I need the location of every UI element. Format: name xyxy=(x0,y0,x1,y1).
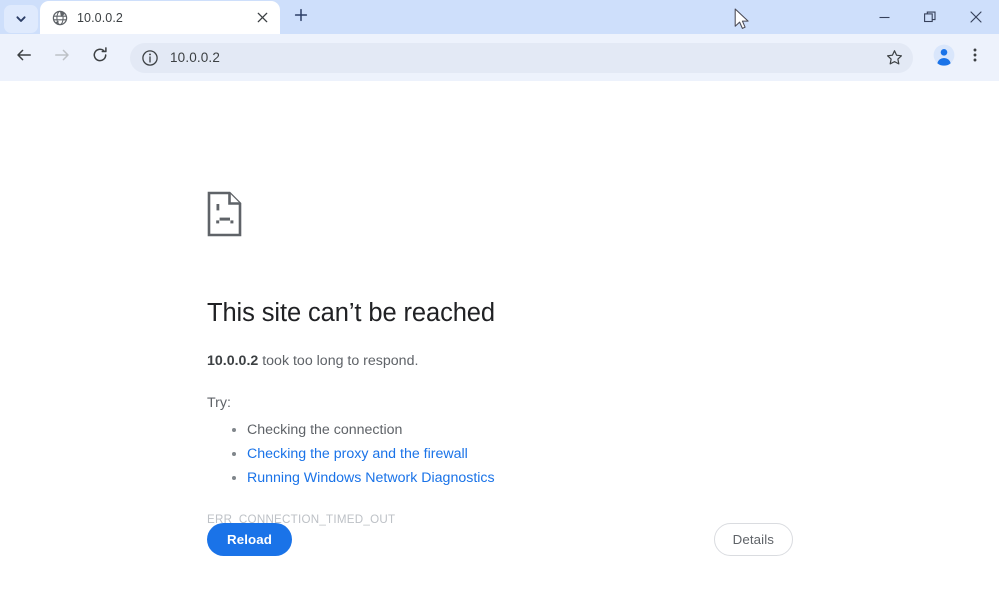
restore-button[interactable] xyxy=(907,0,953,34)
suggestion-text: Checking the connection xyxy=(247,422,403,439)
globe-icon xyxy=(52,10,68,26)
browser-tab[interactable]: 10.0.0.2 xyxy=(40,1,280,34)
error-host: 10.0.0.2 xyxy=(207,352,259,369)
tab-close-button[interactable] xyxy=(252,8,272,28)
address-bar-text: 10.0.0.2 xyxy=(170,50,220,65)
error-action-row: Reload Details xyxy=(207,523,793,556)
reload-button[interactable] xyxy=(84,42,116,74)
mouse-pointer xyxy=(734,8,752,37)
browser-toolbar: 10.0.0.2 xyxy=(0,34,999,81)
error-description-rest: took too long to respond. xyxy=(258,352,419,369)
account-avatar-icon xyxy=(933,44,955,71)
page-content: This site can’t be reached 10.0.0.2 took… xyxy=(0,81,999,610)
sad-page-icon xyxy=(207,191,847,242)
suggestion-link-network-diagnostics[interactable]: Running Windows Network Diagnostics xyxy=(247,470,495,486)
list-item: Running Windows Network Diagnostics xyxy=(247,467,847,491)
close-button[interactable] xyxy=(953,0,999,34)
browser-window: 10.0.0.2 10.0.0.2 This site can’t be rea… xyxy=(0,0,999,610)
chevron-down-icon xyxy=(15,13,27,25)
list-item: Checking the connection xyxy=(247,419,847,443)
tab-strip: 10.0.0.2 xyxy=(0,0,999,34)
star-icon[interactable] xyxy=(881,45,907,71)
error-page: This site can’t be reached 10.0.0.2 took… xyxy=(207,191,847,526)
suggestion-link-proxy-firewall[interactable]: Checking the proxy and the firewall xyxy=(247,446,468,462)
browser-menu-button[interactable] xyxy=(961,43,989,73)
tab-search-button[interactable] xyxy=(4,5,38,33)
reload-page-button[interactable]: Reload xyxy=(207,523,292,556)
new-tab-button[interactable] xyxy=(287,3,315,31)
arrow-right-icon xyxy=(53,46,71,69)
page-title: This site can’t be reached xyxy=(207,299,495,327)
arrow-left-icon xyxy=(15,46,33,69)
reload-icon xyxy=(91,46,109,69)
list-item: Checking the proxy and the firewall xyxy=(247,443,847,467)
minimize-button[interactable] xyxy=(861,0,907,34)
window-controls xyxy=(861,0,999,34)
profile-avatar-button[interactable] xyxy=(929,43,959,73)
try-label: Try: xyxy=(207,395,231,412)
plus-icon xyxy=(294,8,308,27)
info-circle-icon[interactable] xyxy=(140,48,160,68)
tab-title: 10.0.0.2 xyxy=(77,10,123,25)
forward-button[interactable] xyxy=(46,42,78,74)
three-dot-menu-icon xyxy=(967,47,983,68)
address-bar[interactable]: 10.0.0.2 xyxy=(130,42,913,73)
details-button[interactable]: Details xyxy=(713,523,793,556)
error-description: 10.0.0.2 took too long to respond. xyxy=(207,351,847,372)
suggestion-list: Checking the connection Checking the pro… xyxy=(207,419,847,491)
back-button[interactable] xyxy=(8,42,40,74)
